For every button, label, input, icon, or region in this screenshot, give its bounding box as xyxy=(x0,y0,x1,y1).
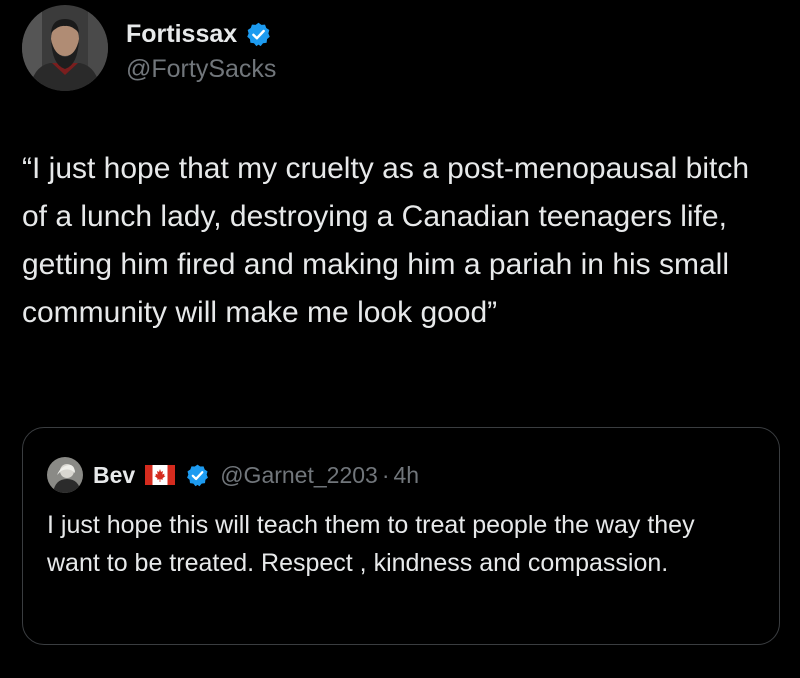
quoted-post-timestamp[interactable]: 4h xyxy=(394,462,420,489)
verified-badge-icon xyxy=(245,21,272,48)
author-avatar[interactable] xyxy=(22,5,108,91)
quoted-tweet-header: Bev @Garnet_2203 · 4h xyxy=(47,456,419,494)
canada-flag-icon xyxy=(145,465,176,485)
author-info: Fortissax @FortySacks xyxy=(126,17,276,84)
bearded-man-avatar-icon xyxy=(22,5,108,91)
tweet-author: Fortissax @FortySacks xyxy=(22,5,276,91)
quoted-author-name[interactable]: Bev xyxy=(93,462,135,489)
tweet-body: “I just hope that my cruelty as a post-m… xyxy=(22,152,750,329)
tweet: Fortissax @FortySacks “I just hope that … xyxy=(0,0,800,678)
quoted-author-handle[interactable]: @Garnet_2203 xyxy=(220,462,378,489)
author-name-row: Fortissax xyxy=(126,17,276,51)
quoted-verified-badge-icon xyxy=(185,463,210,488)
author-display-name[interactable]: Fortissax xyxy=(126,20,237,49)
separator-dot: · xyxy=(381,461,390,488)
person-avatar-icon xyxy=(47,457,83,493)
quoted-tweet[interactable]: Bev @Garnet_2203 · 4h I just hope this w… xyxy=(22,427,780,645)
author-handle[interactable]: @FortySacks xyxy=(126,55,276,84)
quoted-tweet-body: I just hope this will teach them to trea… xyxy=(47,511,695,577)
quoted-author-avatar[interactable] xyxy=(47,457,83,493)
